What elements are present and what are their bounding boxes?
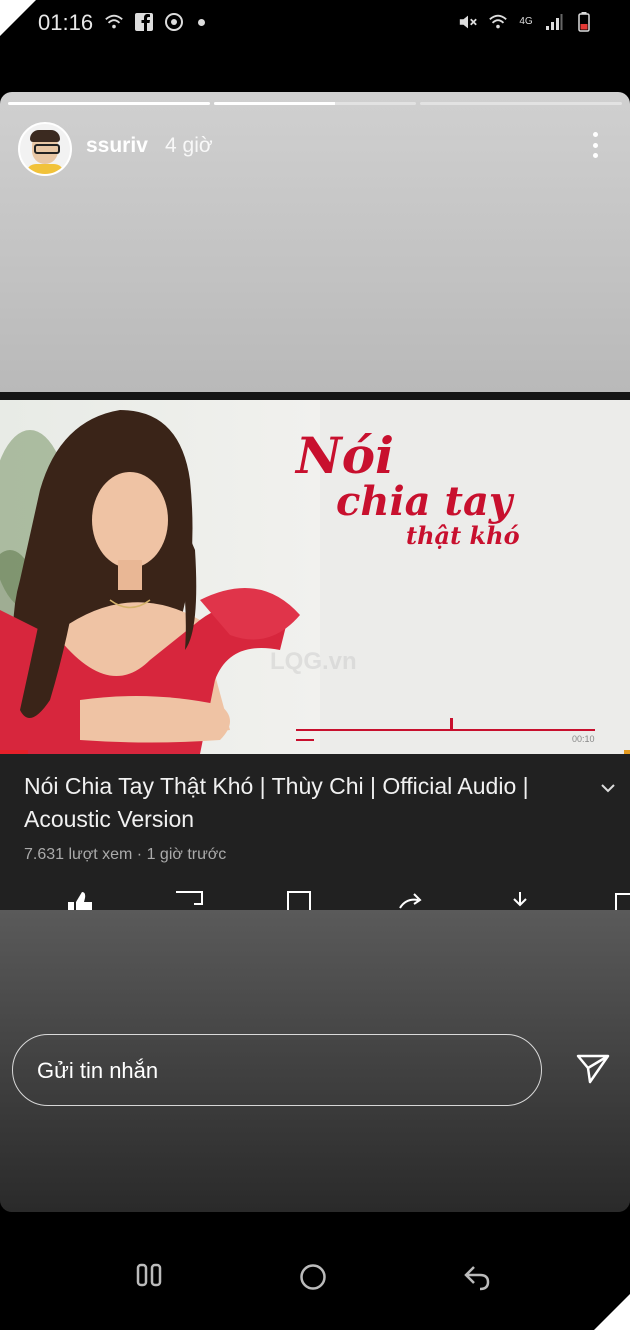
cover-title-line3: thật khó — [406, 521, 520, 550]
video-meta: 7.631 lượt xem · 1 giờ trước — [24, 846, 227, 863]
corner-decoration — [0, 0, 36, 36]
comment-icon[interactable] — [286, 890, 314, 910]
story-progress-segment — [8, 102, 210, 105]
system-nav-bar — [0, 1262, 630, 1322]
cover-title-line1: Nói — [296, 426, 395, 485]
story-username[interactable]: ssuriv — [86, 134, 148, 158]
wifi-icon — [488, 12, 508, 32]
status-time: 01:16 — [38, 10, 94, 35]
send-icon[interactable] — [576, 1054, 610, 1089]
story-progress-segment — [420, 102, 622, 105]
like-icon[interactable] — [64, 890, 94, 910]
divider — [0, 392, 630, 400]
video-thumbnail[interactable]: Nói chia tay thật khó LQG.vn 00:10 — [0, 400, 630, 754]
messenger-icon — [164, 12, 184, 32]
avatar[interactable] — [18, 122, 72, 176]
recent-apps-icon[interactable] — [136, 1262, 162, 1293]
corner-decoration — [594, 1294, 630, 1330]
home-icon[interactable] — [298, 1262, 328, 1297]
message-input[interactable]: Gửi tin nhắn — [12, 1034, 542, 1106]
chevron-down-icon[interactable] — [600, 780, 616, 798]
mute-icon — [458, 12, 478, 32]
save-icon[interactable] — [612, 890, 630, 910]
watermark: LQG.vn — [270, 648, 357, 675]
story-progress — [8, 102, 622, 105]
facebook-icon — [134, 12, 154, 32]
video-actions — [0, 886, 630, 910]
share-icon[interactable] — [396, 890, 426, 910]
story-progress-segment — [214, 102, 416, 105]
video-info-panel: Nói Chia Tay Thật Khó | Thùy Chi | Offic… — [0, 754, 630, 910]
wifi-call-icon — [104, 12, 124, 32]
player-time: 00:10 — [572, 734, 595, 744]
dislike-icon[interactable] — [174, 890, 204, 910]
download-icon[interactable] — [508, 890, 532, 910]
back-icon[interactable] — [462, 1262, 492, 1297]
message-placeholder: Gửi tin nhắn — [37, 1058, 159, 1083]
more-options-icon[interactable] — [590, 132, 600, 158]
signal-icon — [544, 12, 564, 32]
cover-title-line2: chia tay — [336, 478, 513, 525]
notification-dot-icon — [198, 18, 205, 26]
cover-title: Nói chia tay thật khó — [296, 430, 596, 550]
video-title[interactable]: Nói Chia Tay Thật Khó | Thùy Chi | Offic… — [24, 770, 584, 836]
status-bar: 01:16 4G — [0, 0, 630, 50]
story-time-ago: 4 giờ — [165, 134, 213, 157]
network-type-icon: 4G — [519, 16, 533, 27]
battery-icon — [574, 12, 594, 32]
